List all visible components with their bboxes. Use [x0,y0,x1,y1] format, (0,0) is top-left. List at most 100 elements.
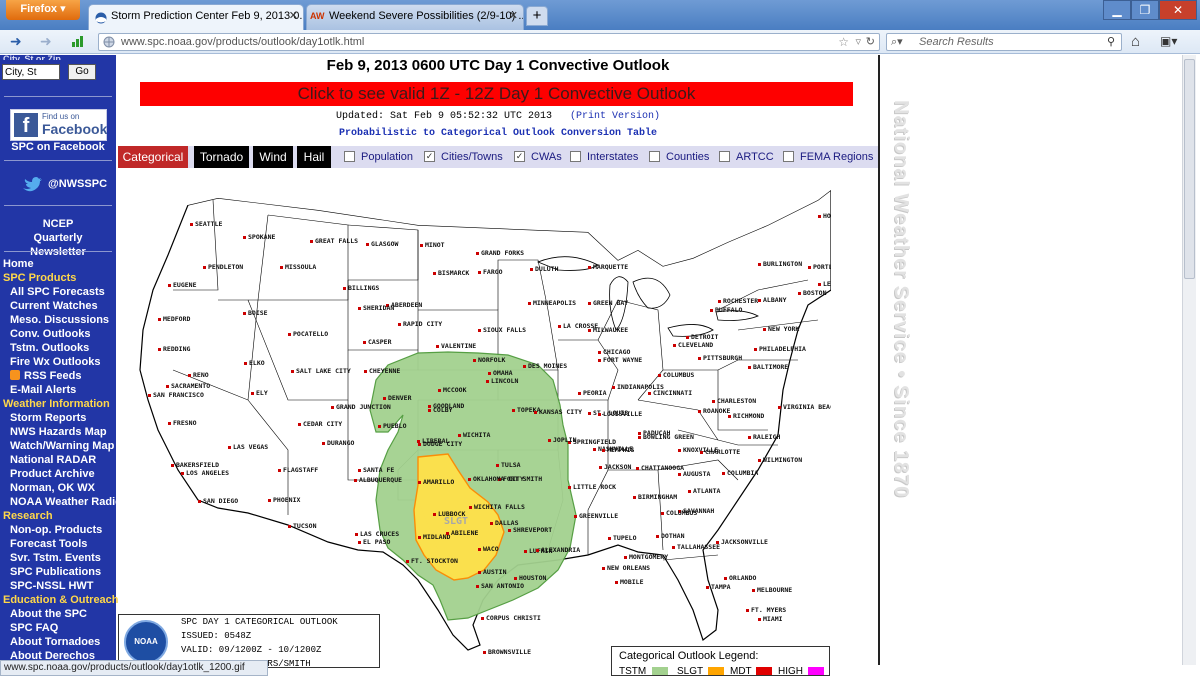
updated-timestamp: Updated: Sat Feb 9 05:52:32 UTC 2013 [335,111,552,122]
nav-link-all-spc-forecasts[interactable]: All SPC Forecasts [10,286,105,298]
city-label: BUFFALO [710,306,742,314]
counties-checkbox[interactable] [649,151,660,162]
city-label: JACKSONVILLE [716,538,768,546]
maximize-button[interactable]: ❐ [1131,0,1159,20]
firefox-menu-button[interactable]: Firefox ▾ [6,0,80,20]
tab-hail[interactable]: Hail [297,146,331,168]
city-label: FT. MYERS [746,606,786,614]
tab-tornado[interactable]: Tornado [194,146,249,168]
nav-link-storm-reports[interactable]: Storm Reports [10,412,86,424]
city-label: PHOENIX [268,496,300,504]
nav-link-current-watches[interactable]: Current Watches [10,300,98,312]
nav-link-product-archive[interactable]: Product Archive [10,468,95,480]
search-placeholder: Search Results [919,36,994,48]
print-version-link[interactable]: (Print Version) [570,111,660,122]
city-label: WICHITA FALLS [469,503,525,511]
nav-link-non-op-products[interactable]: Non-op. Products [10,524,102,536]
city-label: BIRMINGHAM [633,493,677,501]
page-title: Feb 9, 2013 0600 UTC Day 1 Convective Ou… [326,57,670,74]
scrollbar-thumb[interactable] [1184,59,1195,279]
tab-weekend-severe[interactable]: AW Weekend Severe Possibilities (2/9-10)… [306,4,524,30]
search-icon[interactable]: ⚲ [1107,34,1115,50]
noaa-logo-icon: NOAA [124,620,168,664]
nav-link-about-tornadoes[interactable]: About Tornadoes [10,636,100,648]
nav-link-watch-warning-map[interactable]: Watch/Warning Map [10,440,114,452]
nav-link-about-the-spc[interactable]: About the SPC [10,608,87,620]
outlook-map[interactable]: SLGT SEATTLE SPOKANE GREAT FALLS GLASGOW MIN… [118,170,831,675]
rss-icon [10,370,20,380]
population-checkbox[interactable] [344,151,355,162]
city-label: LOUISVILLE [598,410,642,418]
nav-link-nws-hazards-map[interactable]: NWS Hazards Map [10,426,107,438]
divider [4,96,112,97]
nav-link-svr-tstm-events[interactable]: Svr. Tstm. Events [10,552,101,564]
artcc-checkbox[interactable] [719,151,730,162]
home-icon[interactable]: ⌂ [1131,33,1140,50]
nav-link-noaa-weather-radio[interactable]: NOAA Weather Radio [10,496,122,508]
go-button[interactable]: Go [68,64,96,80]
city-label: LITTLE ROCK [568,483,616,491]
search-engine-icon[interactable]: ⌕▾ [891,34,903,50]
conversion-table-link[interactable]: Probabilistic to Categorical Outlook Con… [118,128,878,139]
nav-link-spc-publications[interactable]: SPC Publications [10,566,101,578]
nav-link-tstm-outlooks[interactable]: Tstm. Outlooks [10,342,89,354]
interstates-checkbox[interactable] [570,151,581,162]
nav-link-forecast-tools[interactable]: Forecast Tools [10,538,87,550]
nav-home-link[interactable]: Home [3,258,34,270]
new-tab-button[interactable]: + [526,6,548,26]
toolbar-menu-icon[interactable]: ▣▾ [1160,34,1177,48]
legend-swatch-mdt [756,667,772,675]
twitter-link[interactable]: @NWSSPC [48,178,107,190]
fema-regions-checkbox[interactable] [783,151,794,162]
minimize-button[interactable]: ▁ [1103,0,1131,20]
nav-link-conv-outlooks[interactable]: Conv. Outlooks [10,328,90,340]
nav-link-spc-nssl-hwt[interactable]: SPC-NSSL HWT [10,580,94,592]
city-label: NORFOLK [473,356,505,364]
city-label: PENDLETON [203,263,243,271]
city-label: SPOKANE [243,233,275,241]
city-label: CHICAGO [598,348,630,356]
city-label: MELBOURNE [752,586,792,594]
city-label: GLASGOW [366,240,398,248]
dropdown-icon[interactable]: ▿ [855,34,861,50]
cwas-checkbox[interactable]: ✓ [514,151,525,162]
city-label: TUPELO [608,534,636,542]
nav-link-rss-feeds[interactable]: RSS Feeds [24,370,81,382]
facebook-link[interactable]: SPC on Facebook [0,141,116,153]
valid-outlook-banner-link[interactable]: Click to see valid 1Z - 12Z Day 1 Convec… [140,82,853,106]
reload-icon[interactable]: ↻ [866,34,875,50]
close-tab-icon[interactable]: ✕ [289,5,298,27]
tab-label: Storm Prediction Center Feb 9, 2013 0... [111,10,304,22]
facebook-icon: f [14,113,38,137]
city-label: CASPER [363,338,391,346]
close-tab-icon[interactable]: ✕ [509,5,518,27]
nav-link-spc-faq[interactable]: SPC FAQ [10,622,58,634]
url-text: www.spc.noaa.gov/products/outlook/day1ot… [121,36,365,48]
address-bar[interactable]: www.spc.noaa.gov/products/outlook/day1ot… [98,33,880,51]
nav-link-email-alerts[interactable]: E-Mail Alerts [10,384,76,396]
city-label: SANTA FE [358,466,394,474]
city-search-input[interactable] [2,64,60,80]
back-arrow-icon[interactable]: ➜ [10,33,22,50]
facebook-badge[interactable]: f Find us on Facebook [10,109,107,141]
forward-arrow-icon[interactable]: ➜ [40,33,52,50]
tab-storm-prediction-center[interactable]: Storm Prediction Center Feb 9, 2013 0...… [88,4,304,30]
nav-link-norman-ok-wx[interactable]: Norman, OK WX [10,482,95,494]
cities-towns-checkbox[interactable]: ✓ [424,151,435,162]
close-window-button[interactable]: ✕ [1159,0,1197,20]
city-label: PHILADELPHIA [754,345,806,353]
search-bar[interactable]: ⌕▾ Search Results ⚲ [886,33,1122,51]
nav-link-national-radar[interactable]: National RADAR [10,454,96,466]
nav-link-meso-discussions[interactable]: Meso. Discussions [10,314,109,326]
vertical-scrollbar[interactable] [1182,55,1196,665]
city-label: RAPID CITY [398,320,442,328]
ncep-newsletter-link[interactable]: NCEP Quarterly Newsletter [0,217,116,259]
city-label: PITTSBURGH [698,354,742,362]
nav-link-fire-wx-outlooks[interactable]: Fire Wx Outlooks [10,356,100,368]
bookmark-star-icon[interactable]: ☆ [838,34,849,50]
tab-categorical[interactable]: Categorical [118,146,188,168]
city-label: LINCOLN [486,377,518,385]
tab-wind[interactable]: Wind [253,146,293,168]
twitter-icon[interactable] [22,176,42,195]
city-label: EL PASO [358,538,390,546]
